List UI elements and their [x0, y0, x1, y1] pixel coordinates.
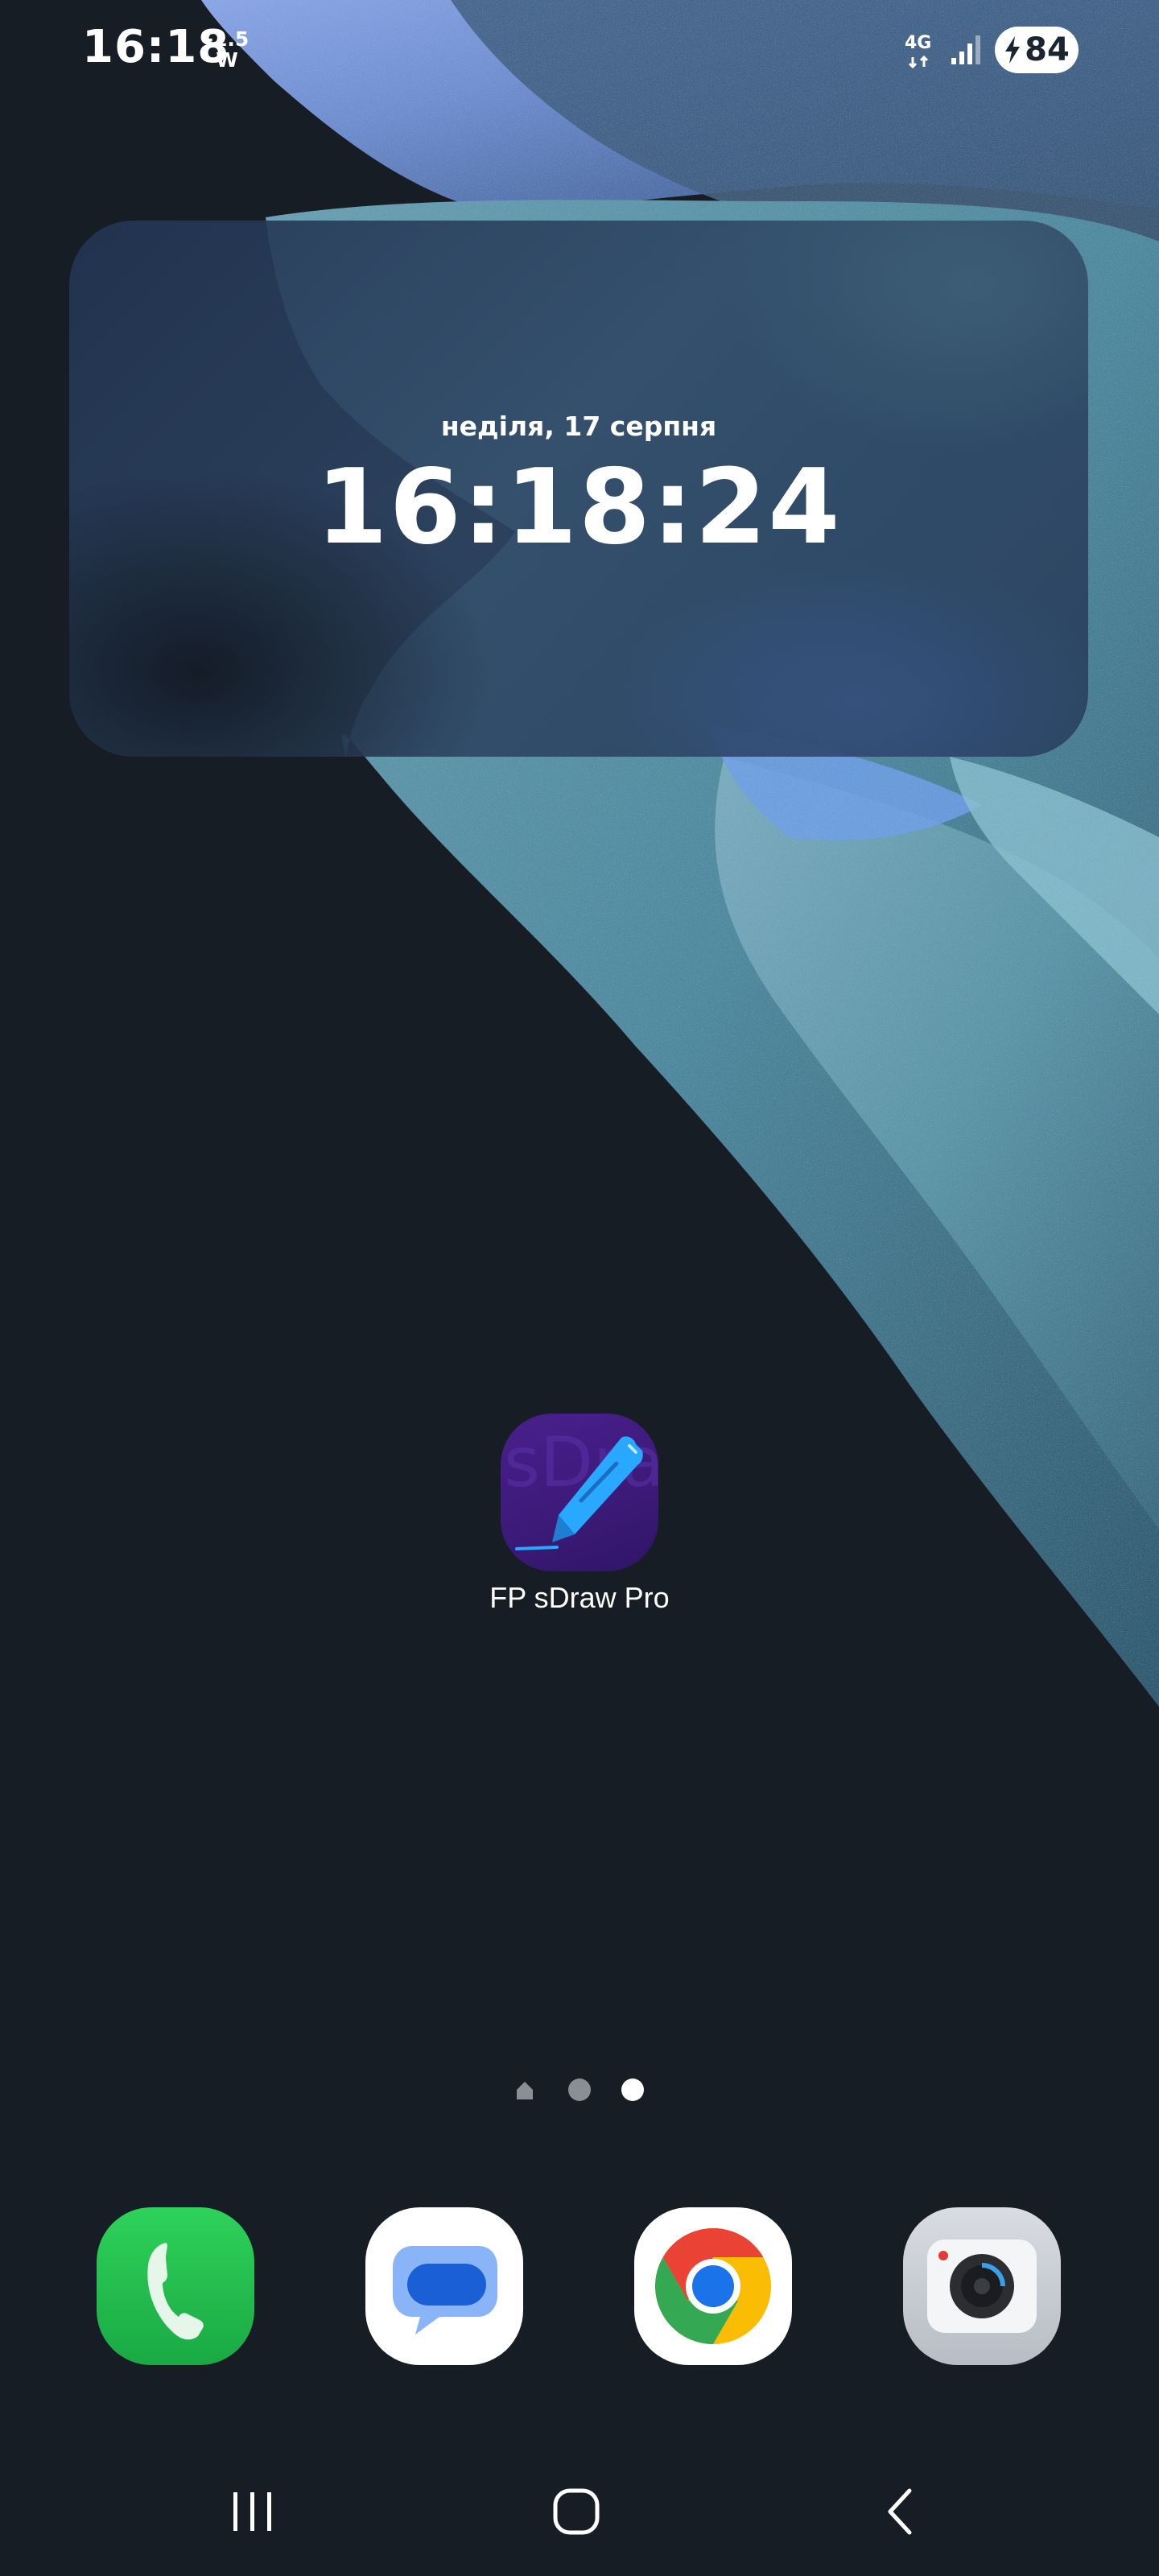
- home-screen: 16:18 -1.5 W 4G 84 неділя, 17 серпня 16:…: [0, 0, 1159, 2576]
- power-value: -1.5: [204, 27, 250, 51]
- widget-time: 16:18:24: [316, 448, 842, 568]
- clock-widget[interactable]: неділя, 17 серпня 16:18:24: [69, 221, 1088, 757]
- signal-icon: [951, 35, 980, 64]
- back-button[interactable]: [853, 2463, 950, 2560]
- chrome-icon[interactable]: [634, 2207, 792, 2365]
- recents-button[interactable]: [204, 2463, 301, 2560]
- phone-icon[interactable]: [97, 2207, 254, 2365]
- recents-icon: [233, 2492, 271, 2531]
- power-unit: W: [216, 48, 238, 72]
- status-icons: 4G 84: [905, 24, 1079, 76]
- charging-bolt-icon: [1005, 36, 1021, 64]
- home-page-indicator-icon: [517, 2082, 533, 2099]
- status-bar: 16:18 -1.5 W 4G 84: [0, 0, 1159, 97]
- page-dot: [568, 2079, 591, 2101]
- page-indicators[interactable]: [512, 2072, 649, 2104]
- battery-level: 84: [1025, 31, 1070, 68]
- message-icon[interactable]: [365, 2207, 523, 2365]
- pen-drawing-icon: sDra: [501, 1414, 658, 1571]
- home-icon: [553, 2488, 600, 2535]
- network-type-icon: 4G: [905, 30, 937, 70]
- home-button[interactable]: [528, 2463, 625, 2560]
- dock: [0, 2206, 1159, 2367]
- back-icon: [888, 2488, 912, 2535]
- widget-date: неділя, 17 серпня: [440, 411, 717, 442]
- app-fp-sdraw-pro[interactable]: sDra FP sDraw Pro: [451, 1410, 708, 1636]
- navigation-bar: [0, 2463, 1159, 2560]
- app-label: FP sDraw Pro: [489, 1581, 670, 1614]
- page-dot-active: [621, 2079, 644, 2101]
- power-indicator: -1.5 W: [203, 29, 251, 71]
- camera-icon[interactable]: [903, 2207, 1061, 2365]
- battery-indicator: 84: [995, 27, 1079, 73]
